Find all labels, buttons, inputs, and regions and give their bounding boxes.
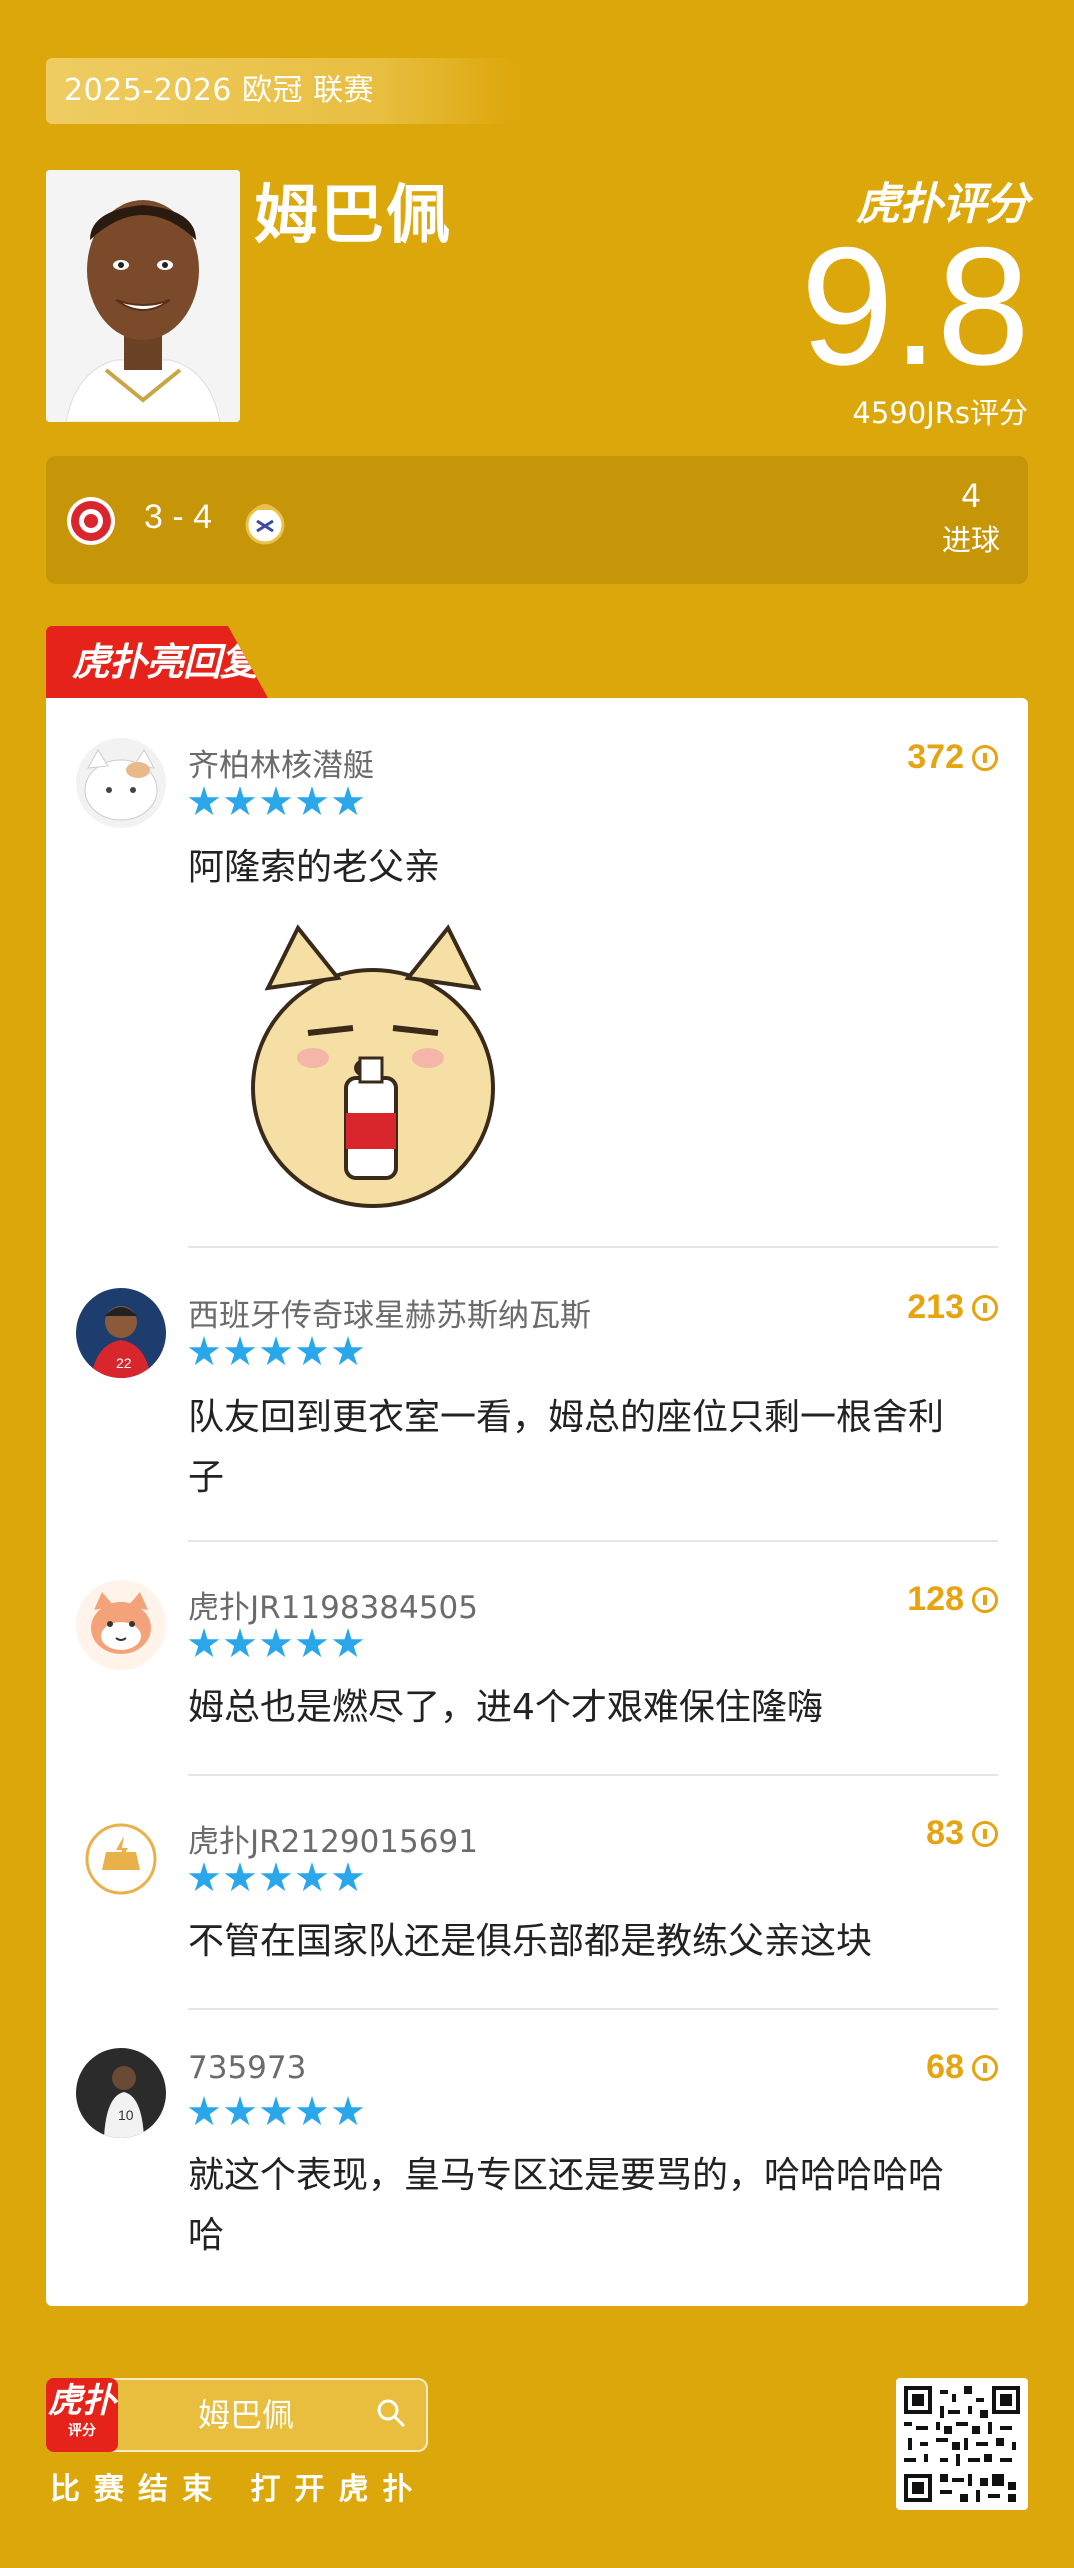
qr-code-icon [904, 2386, 1020, 2502]
fox-avatar-icon [76, 1580, 166, 1670]
divider [188, 2008, 998, 2010]
rating-stars [188, 1336, 364, 1368]
lightbulb-icon [972, 1820, 998, 1847]
star-icon [224, 2096, 256, 2126]
match-bar[interactable]: 3 - 4 4 进球 [46, 456, 1028, 584]
like-count-value: 213 [907, 1288, 964, 1326]
star-icon [224, 786, 256, 816]
star-icon [224, 1862, 256, 1892]
star-icon [296, 1336, 328, 1366]
rating-stars [188, 1628, 364, 1660]
star-icon [188, 1862, 220, 1892]
rating-count: 4590JRs评分 [852, 396, 1028, 430]
search-bar[interactable]: 虎扑 评分 姆巴佩 [46, 2378, 428, 2452]
star-icon [260, 1628, 292, 1658]
star-icon [296, 2096, 328, 2126]
comment-text: 姆总也是燃尽了，进4个才艰难保住隆嗨 [188, 1687, 823, 1728]
username[interactable]: 虎扑JR1198384505 [188, 1582, 478, 1627]
like-count-value: 128 [907, 1580, 964, 1618]
star-icon [332, 1628, 364, 1658]
username[interactable]: 西班牙传奇球星赫苏斯纳瓦斯 [188, 1290, 591, 1335]
like-count[interactable]: 68 [926, 2048, 998, 2087]
star-icon [332, 786, 364, 816]
rating-score: 9.8 [800, 212, 1030, 400]
lightbulb-icon [972, 1586, 998, 1613]
comment-text: 阿隆索的老父亲 [188, 847, 441, 888]
qr-code [896, 2378, 1028, 2510]
open-app-cta: 比赛结束 打开虎扑 [50, 2472, 427, 2507]
star-icon [224, 1628, 256, 1658]
svg-text:22: 22 [116, 1355, 132, 1371]
avatar[interactable]: 10 [76, 2048, 166, 2138]
like-count[interactable]: 128 [907, 1580, 998, 1619]
star-icon [260, 1862, 292, 1892]
badge-avatar-icon [76, 1814, 166, 1904]
avatar[interactable]: 22 [76, 1288, 166, 1378]
star-icon [260, 1336, 292, 1366]
avatar[interactable] [76, 1814, 166, 1904]
like-count-value: 83 [926, 1814, 964, 1852]
avatar[interactable] [76, 1580, 166, 1670]
rating-stars [188, 2096, 364, 2128]
lightbulb-icon [972, 744, 998, 771]
like-count-value: 372 [907, 738, 964, 776]
lightbulb-icon [972, 2054, 998, 2081]
player-avatar-icon: 22 [76, 1288, 166, 1378]
star-icon [332, 1336, 364, 1366]
avatar[interactable] [76, 738, 166, 828]
app-icon-main-text: 虎扑 [48, 2381, 116, 2421]
like-count[interactable]: 83 [926, 1814, 998, 1853]
star-icon [188, 2096, 220, 2126]
comment-text: 队友回到更衣室一看，姆总的座位只剩一根舍利子 [188, 1397, 945, 1498]
star-icon [260, 2096, 292, 2126]
star-icon [296, 786, 328, 816]
lightbulb-icon [972, 1294, 998, 1321]
search-icon[interactable] [376, 2398, 406, 2428]
hupu-app-icon[interactable]: 虎扑 评分 [46, 2378, 118, 2452]
real-madrid-logo-icon [245, 504, 285, 545]
app-icon-sub-text: 评分 [68, 2423, 96, 2439]
username[interactable]: 虎扑JR2129015691 [188, 1816, 478, 1861]
star-icon [332, 1862, 364, 1892]
comments-card: 齐柏林核潜艇 372 阿隆索的老父亲 22 西班牙传奇球星赫苏斯纳瓦斯 213 … [46, 698, 1028, 2306]
star-icon [296, 1628, 328, 1658]
username[interactable]: 齐柏林核潜艇 [188, 740, 374, 785]
star-icon [296, 1862, 328, 1892]
star-icon [188, 786, 220, 816]
match-score: 3 - 4 [144, 498, 213, 536]
olympiacos-logo-icon [67, 497, 115, 545]
star-icon [332, 2096, 364, 2126]
star-icon [224, 1336, 256, 1366]
player-portrait-image [46, 170, 240, 422]
star-icon [188, 1628, 220, 1658]
like-count-value: 68 [926, 2048, 964, 2086]
star-icon [260, 786, 292, 816]
search-query: 姆巴佩 [198, 2396, 295, 2434]
divider [188, 1540, 998, 1542]
cat-avatar-icon [76, 738, 166, 828]
svg-text:10: 10 [118, 2107, 134, 2123]
divider [188, 1246, 998, 1248]
comment-text: 不管在国家队还是俱乐部都是教练父亲这块 [188, 1921, 873, 1962]
divider [188, 1774, 998, 1776]
like-count[interactable]: 213 [907, 1288, 998, 1327]
comment-text: 就这个表现，皇马专区还是要骂的，哈哈哈哈哈哈 [188, 2155, 945, 2256]
rating-stars [188, 786, 364, 818]
hot-replies-tag: 虎扑亮回复 [46, 626, 268, 698]
player-photo-avatar-icon: 10 [76, 2048, 166, 2138]
goals-stat: 4 进球 [942, 474, 1000, 562]
goals-label: 进球 [941, 523, 1000, 557]
rating-stars [188, 1862, 364, 1894]
goals-value: 4 [960, 477, 982, 515]
league-banner: 2025-2026 欧冠 联赛 [46, 58, 516, 124]
player-name: 姆巴佩 [254, 179, 452, 253]
dog-drinking-sticker [251, 924, 495, 1208]
username[interactable]: 735973 [188, 2050, 306, 2086]
star-icon [188, 1336, 220, 1366]
like-count[interactable]: 372 [907, 738, 998, 777]
player-photo [46, 170, 240, 422]
